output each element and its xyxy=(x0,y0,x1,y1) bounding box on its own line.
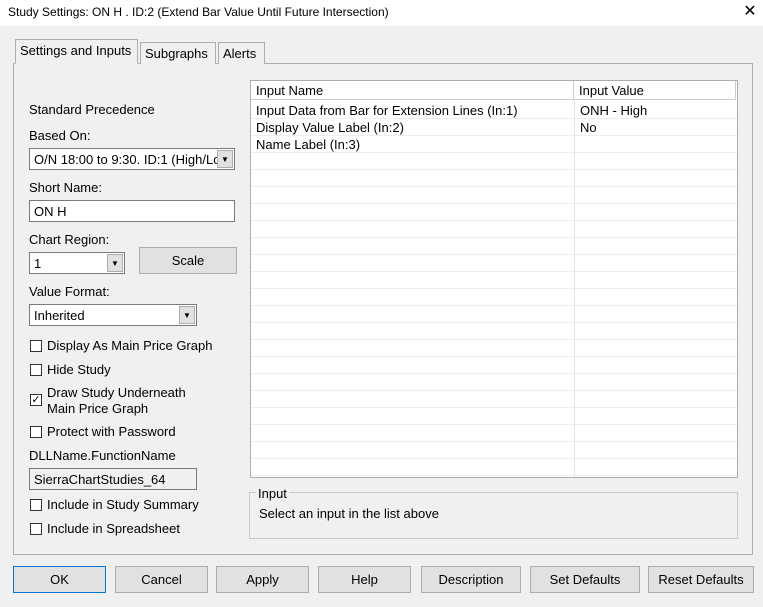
chevron-down-icon[interactable]: ▼ xyxy=(217,150,233,168)
apply-button[interactable]: Apply xyxy=(216,566,309,593)
chart-region-label: Chart Region: xyxy=(29,232,110,247)
protect-with-password-label: Protect with Password xyxy=(47,424,176,439)
table-row xyxy=(251,204,737,221)
table-row[interactable]: Display Value Label (In:2) No xyxy=(251,119,737,136)
chevron-down-icon[interactable]: ▼ xyxy=(107,254,123,272)
based-on-select[interactable]: O/N 18:00 to 9:30. ID:1 (High/Low ▼ xyxy=(29,148,235,170)
value-format-select[interactable]: Inherited ▼ xyxy=(29,304,197,326)
table-row xyxy=(251,323,737,340)
input-value-cell[interactable]: No xyxy=(575,119,602,136)
table-row[interactable]: Name Label (In:3) xyxy=(251,136,737,153)
include-in-spreadsheet-checkbox[interactable] xyxy=(30,523,42,535)
protect-with-password-checkbox[interactable] xyxy=(30,426,42,438)
display-as-main-price-graph-checkbox[interactable] xyxy=(30,340,42,352)
cancel-button[interactable]: Cancel xyxy=(115,566,208,593)
table-row xyxy=(251,340,737,357)
input-value-cell[interactable] xyxy=(575,136,585,153)
draw-study-underneath-checkbox[interactable]: ✓ xyxy=(30,394,42,406)
dll-label: DLLName.FunctionName xyxy=(29,448,176,463)
description-button[interactable]: Description xyxy=(421,566,521,593)
close-button[interactable]: ✕ xyxy=(740,1,760,21)
table-row xyxy=(251,187,737,204)
include-in-spreadsheet-label: Include in Spreadsheet xyxy=(47,521,180,536)
table-row xyxy=(251,306,737,323)
dll-field: SierraChartStudies_64 xyxy=(29,468,197,490)
table-row xyxy=(251,255,737,272)
table-row xyxy=(251,221,737,238)
table-row xyxy=(251,391,737,408)
table-row xyxy=(251,289,737,306)
chevron-down-icon[interactable]: ▼ xyxy=(179,306,195,324)
short-name-input[interactable]: ON H xyxy=(29,200,235,222)
include-in-study-summary-checkbox[interactable] xyxy=(30,499,42,511)
table-row xyxy=(251,238,737,255)
table-row xyxy=(251,272,737,289)
table-row xyxy=(251,170,737,187)
tab-alerts[interactable]: Alerts xyxy=(218,42,265,64)
table-row xyxy=(251,442,737,459)
value-format-value: Inherited xyxy=(34,308,85,323)
display-as-main-price-graph-label: Display As Main Price Graph xyxy=(47,338,213,353)
ok-button[interactable]: OK xyxy=(13,566,106,593)
input-name-cell: Input Data from Bar for Extension Lines … xyxy=(256,103,518,118)
table-row[interactable]: Input Data from Bar for Extension Lines … xyxy=(251,102,737,119)
reset-defaults-button[interactable]: Reset Defaults xyxy=(648,566,754,593)
table-row xyxy=(251,153,737,170)
window-title: Study Settings: ON H . ID:2 (Extend Bar … xyxy=(8,5,389,19)
input-name-cell: Display Value Label (In:2) xyxy=(256,120,404,135)
hide-study-checkbox[interactable] xyxy=(30,364,42,376)
input-value-cell[interactable]: ONH - High xyxy=(575,102,652,119)
value-format-label: Value Format: xyxy=(29,284,110,299)
table-row xyxy=(251,425,737,442)
table-row xyxy=(251,459,737,476)
input-group-title: Input xyxy=(256,486,289,501)
set-defaults-button[interactable]: Set Defaults xyxy=(530,566,640,593)
draw-study-underneath-label: Draw Study Underneath Main Price Graph xyxy=(47,385,186,416)
table-row xyxy=(251,357,737,374)
input-name-cell: Name Label (In:3) xyxy=(256,137,361,152)
standard-precedence-label: Standard Precedence xyxy=(29,102,155,117)
table-row xyxy=(251,374,737,391)
based-on-value: O/N 18:00 to 9:30. ID:1 (High/Low xyxy=(34,152,230,167)
short-name-label: Short Name: xyxy=(29,180,102,195)
tab-settings-and-inputs[interactable]: Settings and Inputs xyxy=(15,39,138,64)
based-on-label: Based On: xyxy=(29,128,91,143)
scale-button[interactable]: Scale xyxy=(139,247,237,274)
input-group-text: Select an input in the list above xyxy=(259,506,439,521)
chart-region-select[interactable]: 1 ▼ xyxy=(29,252,125,274)
table-row xyxy=(251,408,737,425)
tab-subgraphs[interactable]: Subgraphs xyxy=(140,42,216,64)
chart-region-value: 1 xyxy=(34,256,42,271)
header-input-name[interactable]: Input Name xyxy=(251,81,574,100)
help-button[interactable]: Help xyxy=(318,566,411,593)
include-in-study-summary-label: Include in Study Summary xyxy=(47,497,199,512)
hide-study-label: Hide Study xyxy=(47,362,111,377)
inputs-grid[interactable]: Input Name Input Value Input Data from B… xyxy=(250,80,738,478)
header-input-value[interactable]: Input Value xyxy=(574,81,736,100)
